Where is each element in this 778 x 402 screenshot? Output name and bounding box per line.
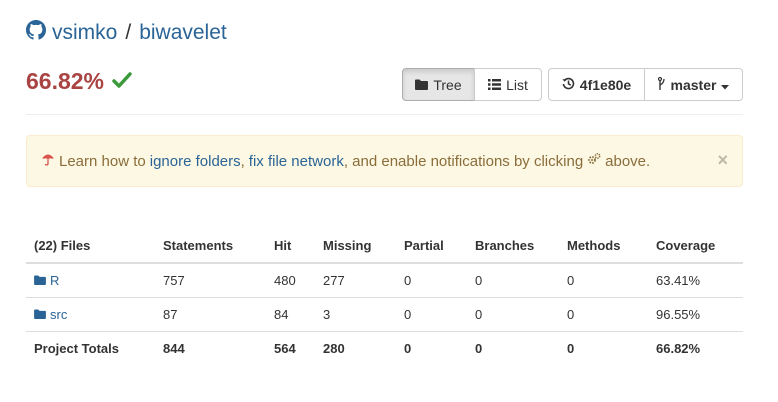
cell-missing: 277 <box>315 262 396 298</box>
cogs-icon <box>587 152 601 170</box>
folder-name: src <box>50 307 68 322</box>
tree-view-label: Tree <box>433 76 462 93</box>
col-files[interactable]: (22) Files <box>26 228 155 264</box>
col-hit[interactable]: Hit <box>266 228 315 264</box>
view-toggle: Tree List <box>402 68 542 101</box>
caret-down-icon <box>721 77 730 93</box>
commit-button[interactable]: 4f1e80e <box>548 68 645 101</box>
total-statements: 844 <box>155 331 266 365</box>
total-partial: 0 <box>396 331 467 365</box>
cell-methods: 0 <box>559 297 648 332</box>
folder-icon <box>415 77 429 93</box>
cell-branches: 0 <box>467 262 559 298</box>
list-icon <box>488 77 502 93</box>
table-row: src 87 84 3 0 0 0 96.55% <box>26 297 743 332</box>
col-partial[interactable]: Partial <box>396 228 467 264</box>
col-missing[interactable]: Missing <box>315 228 396 264</box>
total-hit: 564 <box>266 331 315 365</box>
cell-hit: 84 <box>266 297 315 332</box>
notification-alert: Learn how to ignore folders, fix file ne… <box>26 135 743 187</box>
list-view-label: List <box>506 76 528 93</box>
col-statements[interactable]: Statements <box>155 228 266 264</box>
folder-icon <box>34 307 46 322</box>
coverage-summary: 66.82% <box>26 68 132 95</box>
path-separator: / <box>125 21 132 44</box>
ignore-folders-link[interactable]: ignore folders <box>150 153 241 170</box>
close-icon[interactable]: × <box>717 150 728 171</box>
history-icon <box>562 77 575 93</box>
repo-link[interactable]: biwavelet <box>139 21 227 45</box>
cell-missing: 3 <box>315 297 396 332</box>
cell-statements: 757 <box>155 262 266 298</box>
totals-row: Project Totals 844 564 280 0 0 0 66.82% <box>26 331 743 365</box>
divider <box>26 114 743 115</box>
table-row: R 757 480 277 0 0 0 63.41% <box>26 262 743 298</box>
alert-middle: , and enable notifications by clicking <box>343 152 584 170</box>
total-missing: 280 <box>315 331 396 365</box>
umbrella-icon <box>41 152 55 170</box>
repo-title: vsimko / biwavelet <box>26 20 227 46</box>
list-view-button[interactable]: List <box>474 68 542 101</box>
table-header-row: (22) Files Statements Hit Missing Partia… <box>26 228 743 264</box>
cell-statements: 87 <box>155 297 266 332</box>
total-coverage: 66.82% <box>648 331 743 365</box>
branch-icon <box>657 76 666 93</box>
col-branches[interactable]: Branches <box>467 228 559 264</box>
folder-name: R <box>50 273 60 288</box>
branch-dropdown[interactable]: master <box>644 68 743 101</box>
files-table: (22) Files Statements Hit Missing Partia… <box>26 228 743 365</box>
cell-branches: 0 <box>467 297 559 332</box>
folder-link-src[interactable]: src <box>34 307 67 322</box>
cell-hit: 480 <box>266 262 315 298</box>
totals-label: Project Totals <box>26 331 155 365</box>
cell-partial: 0 <box>396 262 467 298</box>
total-branches: 0 <box>467 331 559 365</box>
github-icon <box>26 20 46 46</box>
col-methods[interactable]: Methods <box>559 228 648 264</box>
alert-suffix: above. <box>605 152 651 170</box>
coverage-percent: 66.82% <box>26 68 105 94</box>
commit-sha: 4f1e80e <box>579 76 632 93</box>
folder-link-r[interactable]: R <box>34 273 59 288</box>
col-coverage[interactable]: Coverage <box>648 228 743 264</box>
fix-file-network-link[interactable]: fix file network <box>249 153 344 170</box>
owner-link[interactable]: vsimko <box>52 21 117 45</box>
alert-prefix: Learn how to <box>59 152 146 170</box>
tree-view-button[interactable]: Tree <box>402 68 475 101</box>
cell-coverage: 63.41% <box>648 262 743 298</box>
check-icon <box>112 68 132 95</box>
cell-methods: 0 <box>559 262 648 298</box>
folder-icon <box>34 273 46 288</box>
alert-comma: , <box>240 152 245 170</box>
branch-name: master <box>670 76 717 93</box>
cell-coverage: 96.55% <box>648 297 743 332</box>
commit-branch-group: 4f1e80e master <box>548 68 743 101</box>
total-methods: 0 <box>559 331 648 365</box>
cell-partial: 0 <box>396 297 467 332</box>
